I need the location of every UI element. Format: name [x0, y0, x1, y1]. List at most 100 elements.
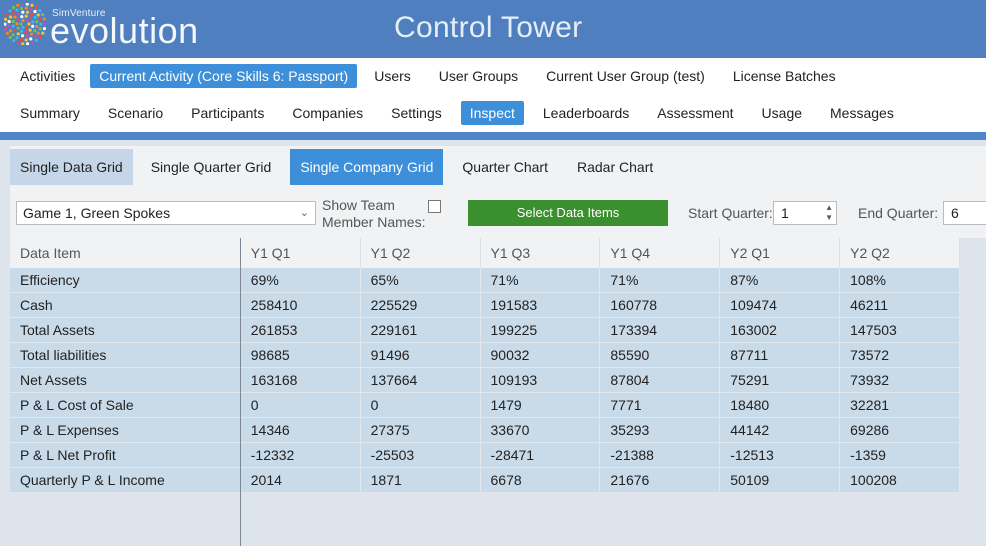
table-cell: 258410 — [241, 293, 361, 318]
start-quarter-input[interactable]: 1 ▲ ▼ — [773, 201, 837, 225]
nav-summary[interactable]: Summary — [11, 101, 89, 125]
table-cell: 69286 — [840, 418, 960, 443]
column-header[interactable]: Y1 Q2 — [361, 238, 481, 268]
table-cell: 2014 — [241, 468, 361, 493]
table-cell: 87% — [720, 268, 841, 293]
table-cell: 0 — [241, 393, 361, 418]
show-team-names-label: Show Team Member Names: — [322, 197, 425, 231]
table-row[interactable]: Total Assets 261853 229161 199225 173394 1630… — [10, 318, 960, 343]
nav-user-groups[interactable]: User Groups — [430, 64, 527, 88]
table-cell: 199225 — [481, 318, 601, 343]
dotted-globe-icon — [4, 3, 46, 45]
table-cell: 100208 — [840, 468, 960, 493]
nav-messages[interactable]: Messages — [821, 101, 903, 125]
table-cell: 18480 — [720, 393, 841, 418]
table-cell: 109474 — [720, 293, 841, 318]
table-cell: 87711 — [720, 343, 841, 368]
nav-license-batches[interactable]: License Batches — [724, 64, 845, 88]
table-cell: 163168 — [241, 368, 361, 393]
table-cell: 73932 — [840, 368, 960, 393]
company-select[interactable]: Game 1, Green Spokes ⌄ — [16, 201, 316, 225]
table-cell: -12513 — [720, 443, 841, 468]
stepper-arrows-icon[interactable]: ▲ ▼ — [825, 203, 833, 223]
table-cell: 44142 — [720, 418, 841, 443]
table-cell: 98685 — [241, 343, 361, 368]
table-cell: 71% — [600, 268, 721, 293]
table-cell: -25503 — [361, 443, 481, 468]
row-label: P & L Net Profit — [10, 443, 241, 468]
row-label: P & L Expenses — [10, 418, 241, 443]
table-cell: 32281 — [840, 393, 960, 418]
table-cell: 137664 — [361, 368, 481, 393]
table-row[interactable]: Efficiency 69% 65% 71% 71% 87% 108% — [10, 268, 960, 293]
start-quarter-value: 1 — [781, 205, 789, 221]
table-cell: 108% — [840, 268, 960, 293]
column-header[interactable]: Y2 Q1 — [720, 238, 841, 268]
table-cell: -21388 — [600, 443, 721, 468]
section-divider — [0, 132, 986, 140]
table-cell: 90032 — [481, 343, 601, 368]
app-header: SimVenture evolution Control Tower — [0, 0, 986, 58]
show-team-label-line1: Show Team — [322, 197, 395, 213]
tab-quarter-chart[interactable]: Quarter Chart — [452, 149, 558, 185]
table-cell: 85590 — [600, 343, 721, 368]
nav-scenario[interactable]: Scenario — [99, 101, 172, 125]
tab-radar-chart[interactable]: Radar Chart — [567, 149, 663, 185]
table-row[interactable]: P & L Expenses 14346 27375 33670 35293 44142 6… — [10, 418, 960, 443]
show-team-label-line2: Member Names: — [322, 214, 426, 230]
table-cell: 14346 — [241, 418, 361, 443]
inspect-panel: Single Data Grid Single Quarter Grid Sin… — [0, 140, 986, 546]
table-cell: 69% — [241, 268, 361, 293]
tab-single-company-grid[interactable]: Single Company Grid — [290, 149, 444, 185]
primary-nav: Activities Current Activity (Core Skills… — [9, 63, 845, 89]
nav-users[interactable]: Users — [365, 64, 420, 88]
table-row[interactable]: P & L Net Profit -12332 -25503 -28471 -21388… — [10, 443, 960, 468]
grid-body: Efficiency 69% 65% 71% 71% 87% 108% Cash 258410 2… — [10, 268, 960, 493]
nav-companies[interactable]: Companies — [283, 101, 372, 125]
end-quarter-input[interactable]: 6 — [943, 201, 986, 225]
nav-assessment[interactable]: Assessment — [648, 101, 742, 125]
row-label: P & L Cost of Sale — [10, 393, 241, 418]
table-cell: 1871 — [361, 468, 481, 493]
nav-activities[interactable]: Activities — [11, 64, 84, 88]
table-row[interactable]: Quarterly P & L Income 2014 1871 6678 21676 5… — [10, 468, 960, 493]
table-cell: 35293 — [600, 418, 721, 443]
tab-single-data-grid[interactable]: Single Data Grid — [10, 149, 133, 185]
table-row[interactable]: Net Assets 163168 137664 109193 87804 75291 73… — [10, 368, 960, 393]
grid-controls: Game 1, Green Spokes ⌄ Show Team Member … — [10, 188, 986, 238]
column-header[interactable]: Y1 Q3 — [481, 238, 601, 268]
tab-single-quarter-grid[interactable]: Single Quarter Grid — [141, 149, 282, 185]
table-cell: 46211 — [840, 293, 960, 318]
column-header[interactable]: Y1 Q1 — [241, 238, 361, 268]
row-label: Total Assets — [10, 318, 241, 343]
table-cell: 225529 — [361, 293, 481, 318]
nav-current-user-group[interactable]: Current User Group (test) — [537, 64, 714, 88]
show-team-names-checkbox[interactable] — [428, 200, 441, 213]
table-cell: 1479 — [481, 393, 601, 418]
app-title: Control Tower — [394, 11, 583, 44]
row-label: Quarterly P & L Income — [10, 468, 241, 493]
select-data-items-button[interactable]: Select Data Items — [468, 200, 668, 226]
row-label: Total liabilities — [10, 343, 241, 368]
nav-usage[interactable]: Usage — [753, 101, 811, 125]
table-cell: 163002 — [720, 318, 841, 343]
row-label: Net Assets — [10, 368, 241, 393]
table-cell: 109193 — [481, 368, 601, 393]
nav-current-activity[interactable]: Current Activity (Core Skills 6: Passpor… — [90, 64, 358, 88]
table-row[interactable]: Cash 258410 225529 191583 160778 109474 46211 — [10, 293, 960, 318]
nav-leaderboards[interactable]: Leaderboards — [534, 101, 638, 125]
table-cell: 229161 — [361, 318, 481, 343]
table-cell: 27375 — [361, 418, 481, 443]
table-row[interactable]: P & L Cost of Sale 0 0 1479 7771 18480 32281 — [10, 393, 960, 418]
column-header[interactable]: Y2 Q2 — [840, 238, 960, 268]
column-header[interactable]: Data Item — [10, 238, 241, 268]
nav-participants[interactable]: Participants — [182, 101, 273, 125]
nav-settings[interactable]: Settings — [382, 101, 451, 125]
column-header[interactable]: Y1 Q4 — [600, 238, 721, 268]
table-cell: 173394 — [600, 318, 721, 343]
table-cell: 91496 — [361, 343, 481, 368]
table-cell: 21676 — [600, 468, 721, 493]
nav-inspect[interactable]: Inspect — [460, 101, 524, 125]
end-quarter-label: End Quarter: — [858, 205, 939, 221]
table-row[interactable]: Total liabilities 98685 91496 90032 85590 877… — [10, 343, 960, 368]
